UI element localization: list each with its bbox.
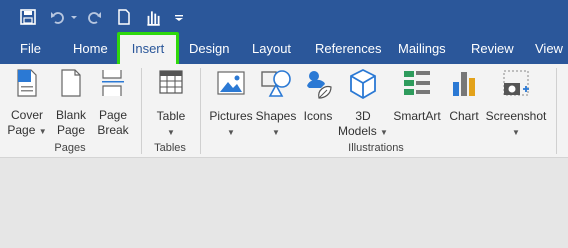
customize-qat-icon[interactable] (174, 8, 184, 26)
table-label: Table (156, 109, 186, 123)
group-divider (556, 68, 557, 154)
table-button[interactable]: Table ▼ (150, 68, 192, 142)
chevron-down-icon: ▼ (38, 127, 47, 136)
highlight-box (117, 32, 179, 67)
chart-icon (453, 72, 475, 96)
quick-access-toolbar (0, 0, 568, 34)
shapes-button[interactable]: Shapes ▼ (255, 68, 297, 142)
tab-design[interactable]: Design (189, 34, 229, 64)
3d-models-button[interactable]: 3D Models ▼ (338, 68, 388, 142)
tab-review[interactable]: Review (471, 34, 514, 64)
group-label-illustrations: Illustrations (348, 142, 404, 154)
blank-page-label-1: Blank (55, 108, 87, 122)
3d-models-label-1: 3D (355, 109, 371, 123)
new-document-icon[interactable] (116, 8, 132, 26)
blank-page-icon (61, 69, 81, 97)
screenshot-label: Screenshot (485, 109, 547, 123)
undo-dropdown-icon[interactable] (70, 8, 78, 26)
redo-icon[interactable] (86, 8, 102, 26)
tab-home[interactable]: Home (73, 34, 108, 64)
ribbon-insert: Cover Page ▼ Blank Page Page Break Pages… (0, 64, 568, 158)
pictures-icon (217, 71, 245, 95)
tab-layout[interactable]: Layout (252, 34, 291, 64)
icons-icon (307, 71, 332, 99)
cube-icon (350, 68, 376, 100)
page-break-label-1: Page (98, 108, 128, 122)
table-icon (159, 70, 183, 94)
chevron-down-icon: ▼ (227, 128, 235, 137)
group-divider (200, 68, 201, 154)
smartart-button[interactable]: SmartArt (391, 68, 443, 142)
group-label-pages: Pages (54, 142, 86, 154)
ribbon-tabs: File Home Insert Design Layout Reference… (0, 32, 568, 67)
cover-page-icon (17, 69, 37, 97)
cover-page-label-2: Page ▼ (7, 123, 47, 137)
tab-references[interactable]: References (315, 34, 381, 64)
pictures-dropdown: ▼ (207, 124, 255, 140)
chevron-down-icon: ▼ (272, 128, 280, 137)
pictures-button[interactable]: Pictures ▼ (207, 68, 255, 142)
smartart-icon (404, 71, 430, 95)
shapes-icon (261, 70, 291, 97)
shapes-dropdown: ▼ (255, 124, 297, 140)
tab-mailings[interactable]: Mailings (398, 34, 446, 64)
page-break-label-2: Break (97, 123, 129, 137)
chevron-down-icon: ▼ (512, 128, 520, 137)
3d-models-label-2: Models ▼ (338, 124, 388, 138)
tab-insert[interactable]: Insert (117, 32, 179, 67)
tab-view[interactable]: View (535, 34, 563, 64)
screenshot-button[interactable]: Screenshot ▼ (484, 68, 548, 142)
touch-mode-icon[interactable] (144, 8, 160, 26)
page-break-button[interactable]: Page Break (94, 68, 132, 142)
document-canvas[interactable] (0, 158, 568, 248)
blank-page-label-2: Page (56, 123, 86, 137)
save-icon[interactable] (20, 8, 36, 26)
group-label-tables: Tables (154, 142, 186, 154)
page-break-icon (102, 70, 124, 96)
cover-page-button[interactable]: Cover Page ▼ (6, 68, 48, 142)
chart-label: Chart (449, 109, 479, 123)
icons-button[interactable]: Icons (300, 68, 336, 142)
shapes-label: Shapes (255, 109, 297, 123)
screenshot-dropdown: ▼ (484, 124, 548, 140)
group-divider (141, 68, 142, 154)
chevron-down-icon: ▼ (380, 128, 388, 137)
chart-button[interactable]: Chart (446, 68, 482, 142)
tab-file[interactable]: File (20, 34, 41, 64)
icons-label: Icons (303, 109, 333, 123)
smartart-label: SmartArt (393, 109, 441, 123)
screenshot-icon (503, 70, 529, 96)
cover-page-label-1: Cover (10, 108, 43, 122)
table-dropdown: ▼ (150, 124, 192, 140)
blank-page-button[interactable]: Blank Page (52, 68, 90, 142)
chevron-down-icon: ▼ (167, 128, 175, 137)
undo-icon[interactable] (50, 8, 66, 26)
pictures-label: Pictures (209, 109, 253, 123)
